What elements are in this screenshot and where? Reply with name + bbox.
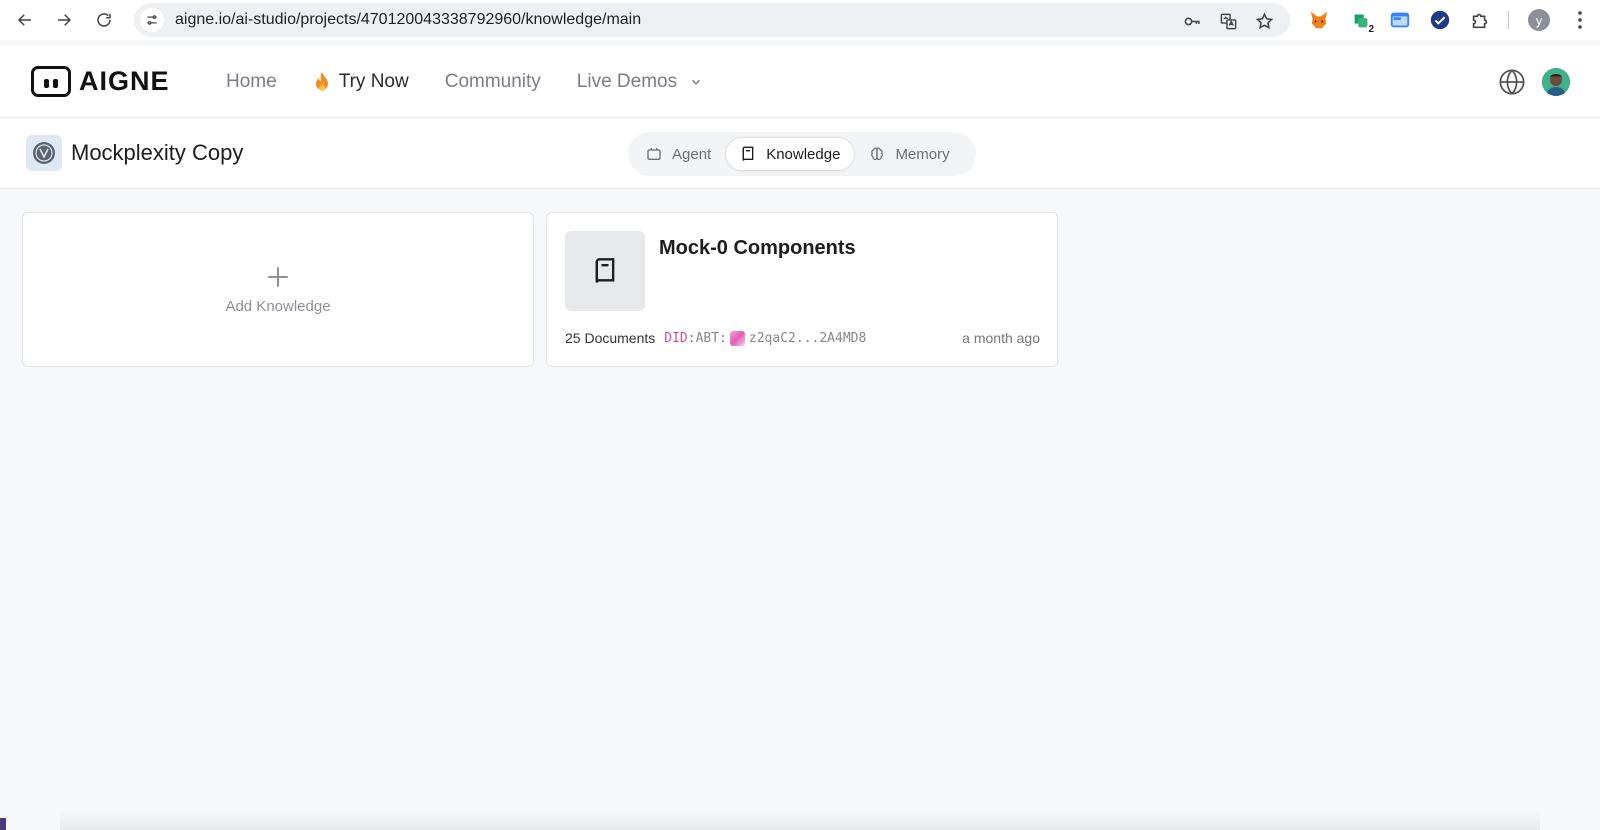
nav-try-now[interactable]: Try Now [313,71,409,93]
robot-icon [647,148,661,160]
screen-corner [0,818,6,830]
nav-home-label: Home [226,71,277,92]
add-knowledge-label: Add Knowledge [225,298,331,315]
profile-button[interactable]: y [1528,9,1550,31]
reload-icon [97,13,111,27]
check-extension[interactable] [1429,9,1451,31]
knowledge-title: Mock-0 Components [659,237,856,259]
arrow-right-icon [58,14,72,26]
toolbar-divider [1508,11,1509,29]
project-tabs: Agent Knowledge Memory [628,132,976,176]
knowledge-meta: 25 Documents DID: ABT: z2qaC2...2A4MD8 [565,330,866,346]
window-icon [1390,12,1410,28]
reload-button[interactable] [92,8,116,32]
logo-mark-icon [31,66,71,97]
star-icon [1255,12,1273,29]
nav-community-label: Community [444,71,541,92]
aigne-logo[interactable]: AIGNE [31,66,170,97]
translate-icon [1220,13,1236,29]
updated-time: a month ago [962,330,1040,346]
flame-icon [315,72,328,91]
brain-icon [871,147,884,160]
extensions-button[interactable] [1469,9,1491,31]
url-text[interactable]: aigne.io/ai-studio/projects/470120043338… [175,11,641,29]
arrow-left-icon [17,14,31,26]
document-count: 25 Documents [565,330,656,346]
avatar-image-icon [1542,68,1570,96]
tab-knowledge-label: Knowledge [766,145,841,163]
puzzle-icon [1472,13,1488,29]
metamask-extension[interactable] [1308,9,1330,31]
project-icon [26,135,62,171]
plus-icon [268,267,288,287]
chevron-down-icon [692,79,701,85]
screen-extension[interactable] [1389,9,1411,31]
add-knowledge-card[interactable]: Add Knowledge [22,212,534,367]
nav-community[interactable]: Community [445,71,541,93]
did-address[interactable]: z2qaC2...2A4MD8 [749,331,866,346]
nav-try-now-label: Try Now [338,71,409,92]
extension-badge: 2 [1366,24,1376,35]
language-button[interactable] [1498,68,1526,96]
nav-live-demos[interactable]: Live Demos [577,71,703,93]
address-bar[interactable]: aigne.io/ai-studio/projects/470120043338… [134,3,1290,37]
browser-toolbar: aigne.io/ai-studio/projects/470120043338… [0,0,1600,40]
translate-button[interactable] [1218,11,1238,31]
user-avatar[interactable] [1542,68,1570,96]
nav-live-demos-label: Live Demos [576,71,678,92]
wallet-extension[interactable]: 2 [1350,9,1376,35]
knowledge-card[interactable]: Mock-0 Components 25 Documents DID: ABT:… [546,212,1058,367]
project-title: Mockplexity Copy [71,140,244,165]
project-bar: Mockplexity Copy Agent Knowledge Memory [0,119,1600,189]
password-key-button[interactable] [1182,11,1202,31]
forward-button[interactable] [52,8,76,32]
check-circle-icon [1430,10,1450,30]
more-vertical-icon [1578,11,1582,29]
tab-memory[interactable]: Memory [855,137,963,171]
fox-icon [1310,11,1328,29]
app-header: AIGNE Home Try Now Community Live Demos [0,46,1600,118]
nav-home[interactable]: Home [226,71,277,93]
bottom-shadow [60,810,1540,830]
book-icon [742,146,754,161]
did-prefix: DID: [664,330,696,346]
bookmark-button[interactable] [1254,11,1274,31]
globe-icon [1499,69,1525,95]
logo-text: AIGNE [79,66,170,96]
tune-icon [147,15,157,25]
site-info-button[interactable] [140,8,164,32]
back-button[interactable] [13,8,37,32]
tab-memory-label: Memory [895,145,950,163]
did-abt: ABT: [695,330,727,346]
knowledge-thumbnail [565,231,645,311]
browser-menu-button[interactable] [1572,9,1588,31]
key-icon [1184,17,1200,25]
tab-agent[interactable]: Agent [632,137,725,171]
project-emblem-icon [33,142,55,164]
tab-agent-label: Agent [672,145,712,163]
did-avatar-icon [729,330,745,346]
book-icon [595,258,615,283]
tab-knowledge[interactable]: Knowledge [725,137,856,171]
main-nav: Home Try Now Community Live Demos [226,46,739,118]
